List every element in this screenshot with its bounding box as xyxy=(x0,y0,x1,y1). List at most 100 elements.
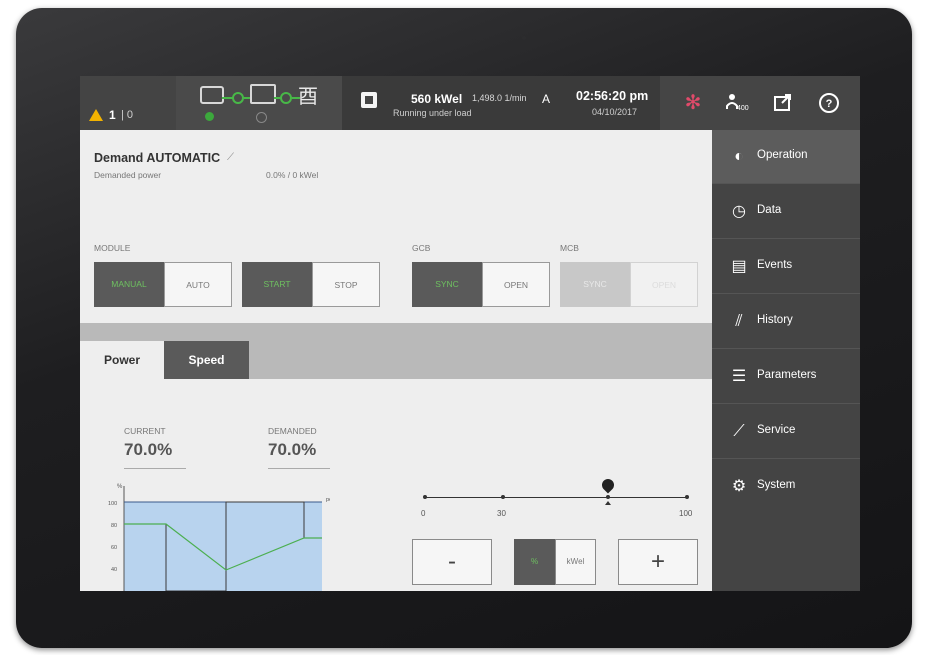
grid-tower-icon: ⾣ xyxy=(298,86,318,108)
user-400-icon[interactable]: 400 xyxy=(722,88,752,118)
user-level: 400 xyxy=(737,105,749,112)
module-group-label: MODULE xyxy=(94,243,131,253)
mcb-sync-button[interactable]: SYNC xyxy=(560,262,630,307)
system-gears-icon: ⚙ xyxy=(731,478,747,495)
help-icon[interactable]: ? xyxy=(814,88,844,118)
nav-label-operation: Operation xyxy=(757,149,808,161)
tick-60: 60 xyxy=(111,545,117,551)
nav-item-operation[interactable]: ◐ Operation xyxy=(712,130,860,184)
svg-text:?: ? xyxy=(826,98,833,110)
slider-label-0: 0 xyxy=(421,509,426,518)
chart-unit: % xyxy=(117,484,123,490)
clock-time: 02:56:20 pm xyxy=(576,89,649,103)
top-status-bar: 1 | 0 ⾣ 560 kWel 1,498.0 1/min A Running… xyxy=(80,76,860,130)
start-stop-toggle: START STOP xyxy=(242,262,380,307)
busbar-icon xyxy=(250,84,276,104)
gauge-icon: ◷ xyxy=(732,203,746,220)
operation-panel: Demand AUTOMATIC ⟋ Demanded power 0.0% /… xyxy=(80,130,712,591)
unit-toggle: % kWel xyxy=(514,539,596,585)
slider-stop-0 xyxy=(423,495,427,499)
increase-button[interactable]: + xyxy=(618,539,698,585)
slider-label-100: 100 xyxy=(679,509,693,518)
load-icon xyxy=(361,92,377,108)
demanded-underline xyxy=(268,468,330,469)
tick-100: 100 xyxy=(108,501,117,507)
slider-stop-100 xyxy=(685,495,689,499)
nav-label-history: History xyxy=(757,314,793,326)
manual-button[interactable]: MANUAL xyxy=(94,262,164,307)
slider-stop-current xyxy=(606,495,610,499)
alarm-count: 1 xyxy=(109,108,116,122)
nav-item-data[interactable]: ◷ Data xyxy=(712,185,860,239)
snowflake-icon[interactable]: ✻ xyxy=(678,88,708,118)
nav-label-service: Service xyxy=(757,424,796,436)
demand-slider-track[interactable] xyxy=(425,497,687,498)
nav-item-system[interactable]: ⚙ System xyxy=(712,460,860,514)
slider-marker-icon xyxy=(605,501,611,505)
clock-date: 04/10/2017 xyxy=(592,107,638,117)
current-label: CURRENT xyxy=(124,426,166,436)
nav-item-parameters[interactable]: ☰ Parameters xyxy=(712,350,860,404)
warning-icon xyxy=(89,109,103,121)
mode-toggle: MANUAL AUTO xyxy=(94,262,232,307)
slider-pin-icon[interactable] xyxy=(599,476,617,494)
nav-item-events[interactable]: ▤ Events xyxy=(712,240,860,294)
status-block xyxy=(342,76,660,130)
tick-80: 80 xyxy=(111,523,117,529)
mcb-toggle: SYNC OPEN xyxy=(560,262,698,307)
permissible-area xyxy=(124,502,322,591)
slider-label-30: 30 xyxy=(497,509,506,518)
mcb-breaker-icon xyxy=(280,92,292,104)
power-trend-chart: % 100 80 60 40 permissible xyxy=(108,484,330,591)
gcb-breaker-icon xyxy=(232,92,244,104)
current-value: 70.0% xyxy=(124,440,173,459)
current-underline xyxy=(124,468,186,469)
mcb-open-button[interactable]: OPEN xyxy=(630,262,698,307)
auto-button[interactable]: AUTO xyxy=(164,262,232,307)
wrench-icon: ⟋ xyxy=(733,423,745,440)
alarm-count-secondary: | 0 xyxy=(121,109,134,121)
events-icon: ▤ xyxy=(731,258,747,275)
edit-icon[interactable]: ⟋ xyxy=(227,152,234,163)
history-chart-icon: ⫽ xyxy=(735,313,743,330)
power-readout: 560 kWel xyxy=(411,92,463,106)
demanded-label: DEMANDED xyxy=(268,426,317,436)
mcb-group-label: MCB xyxy=(560,243,579,253)
start-button[interactable]: START xyxy=(242,262,312,307)
stop-button[interactable]: STOP xyxy=(312,262,380,307)
tick-40: 40 xyxy=(111,567,117,573)
sensor-dot xyxy=(522,36,526,40)
nav-item-history[interactable]: ⫽ History xyxy=(712,295,860,349)
nav-label-events: Events xyxy=(757,259,793,271)
page-title: Demand AUTOMATIC xyxy=(94,151,221,165)
operation-icon: ◐ xyxy=(734,148,744,165)
demanded-power-label: Demanded power xyxy=(94,170,162,180)
engine-status: Running under load xyxy=(393,108,472,118)
mains-status-dot xyxy=(256,112,267,123)
decrease-button[interactable]: - xyxy=(412,539,492,585)
nav-item-service[interactable]: ⟋ Service xyxy=(712,405,860,459)
unit-percent-button[interactable]: % xyxy=(514,539,555,585)
nav-label-data: Data xyxy=(757,204,782,216)
alarm-summary[interactable]: 1 | 0 xyxy=(80,76,176,130)
current-unit: A xyxy=(542,92,551,106)
export-icon[interactable] xyxy=(768,88,798,118)
speed-readout: 1,498.0 1/min xyxy=(472,93,527,103)
gcb-sync-button[interactable]: SYNC xyxy=(412,262,482,307)
gcb-toggle: SYNC OPEN xyxy=(412,262,550,307)
tab-power[interactable]: Power xyxy=(80,341,164,379)
main-navigation: ◐ Operation ◷ Data ▤ Events ⫽ History ☰ … xyxy=(712,130,860,591)
sliders-icon: ☰ xyxy=(731,368,747,385)
generator-icon xyxy=(200,86,224,104)
demanded-value: 70.0% xyxy=(268,440,317,459)
nav-label-system: System xyxy=(757,479,796,491)
gcb-group-label: GCB xyxy=(412,243,431,253)
camera-dot xyxy=(472,36,476,40)
tab-speed[interactable]: Speed xyxy=(164,341,249,379)
generator-status-dot xyxy=(205,112,214,121)
unit-kw-button[interactable]: kWel xyxy=(555,539,596,585)
demanded-power-value: 0.0% / 0 kWel xyxy=(266,170,319,180)
gcb-open-button[interactable]: OPEN xyxy=(482,262,550,307)
permissible-label: permissible xyxy=(326,497,330,503)
nav-label-parameters: Parameters xyxy=(757,369,817,381)
